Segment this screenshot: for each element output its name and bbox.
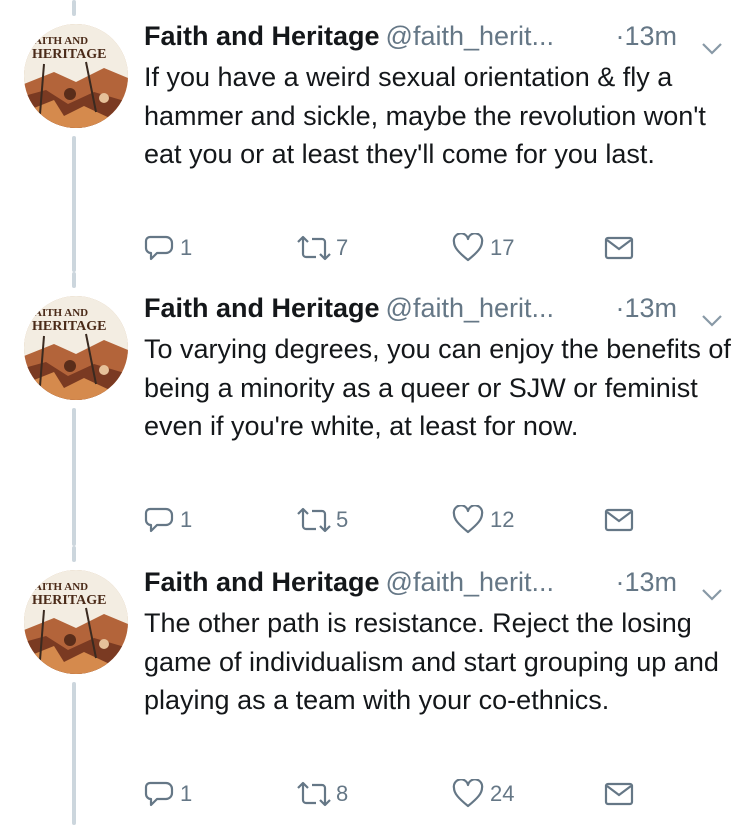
envelope-icon (604, 235, 634, 261)
heart-icon (452, 505, 484, 535)
tweet-thread: AITH AND HERITAGE Faith and Heritage @fai… (0, 0, 749, 825)
timestamp[interactable]: ·13m (615, 288, 677, 328)
reply-icon (144, 233, 174, 263)
like-count: 17 (490, 235, 515, 260)
author-handle[interactable]: @faith_herit... (386, 21, 555, 51)
like-count: 24 (490, 781, 515, 806)
heart-icon (452, 233, 484, 263)
avatar[interactable]: AITH AND HERITAGE (24, 570, 128, 674)
retweet-count: 7 (336, 235, 349, 260)
chevron-down-icon[interactable] (701, 28, 723, 55)
author-name[interactable]: Faith and Heritage (144, 293, 380, 323)
tweet-header: Faith and Heritage @faith_herit... ·13m (144, 288, 729, 328)
reply-icon (144, 505, 174, 535)
avatar-text-bottom: HERITAGE (32, 593, 106, 608)
like-button[interactable]: 12 (452, 500, 514, 540)
thread-connector-line (72, 272, 76, 288)
tweet-text: To varying degrees, you can enjoy the be… (144, 334, 731, 441)
direct-message-button[interactable] (604, 500, 634, 540)
tweet-header: Faith and Heritage @faith_herit... ·13m (144, 562, 729, 602)
tweet[interactable]: AITH AND HERITAGE Faith and Heritage @fai… (0, 272, 749, 546)
retweet-icon (294, 780, 334, 808)
retweet-icon (294, 234, 334, 262)
avatar-text-top: AITH AND (34, 581, 88, 593)
tweet-actions: 1 8 24 (144, 774, 664, 814)
thread-connector-line (72, 0, 76, 16)
retweet-button[interactable]: 7 (294, 228, 348, 268)
like-button[interactable]: 24 (452, 774, 514, 814)
thread-connector-line (72, 682, 76, 825)
reply-button[interactable]: 1 (144, 500, 192, 540)
tweet-actions: 1 7 17 (144, 228, 664, 268)
tweet-text: The other path is resistance. Reject the… (144, 608, 719, 715)
reply-count: 1 (180, 507, 193, 532)
thread-connector-line (72, 546, 76, 562)
tweet-text: If you have a weird sexual orientation &… (144, 62, 706, 169)
chevron-down-icon[interactable] (701, 574, 723, 601)
avatar[interactable]: AITH AND HERITAGE (24, 296, 128, 400)
reply-count: 1 (180, 781, 193, 806)
avatar-text-bottom: HERITAGE (32, 47, 106, 62)
envelope-icon (604, 507, 634, 533)
avatar-text-bottom: HERITAGE (32, 319, 106, 334)
thread-connector-line (72, 408, 76, 546)
retweet-count: 8 (336, 781, 349, 806)
chevron-down-icon[interactable] (701, 300, 723, 327)
reply-button[interactable]: 1 (144, 774, 192, 814)
direct-message-button[interactable] (604, 228, 634, 268)
direct-message-button[interactable] (604, 774, 634, 814)
tweet-header: Faith and Heritage @faith_herit... ·13m (144, 16, 729, 56)
thread-connector-line (72, 136, 76, 272)
reply-button[interactable]: 1 (144, 228, 192, 268)
tweet[interactable]: AITH AND HERITAGE Faith and Heritage @fai… (0, 0, 749, 272)
retweet-button[interactable]: 8 (294, 774, 348, 814)
like-count: 12 (490, 507, 515, 532)
like-button[interactable]: 17 (452, 228, 514, 268)
tweet-actions: 1 5 12 (144, 500, 664, 540)
author-handle[interactable]: @faith_herit... (386, 567, 555, 597)
author-name[interactable]: Faith and Heritage (144, 21, 380, 51)
envelope-icon (604, 781, 634, 807)
tweet[interactable]: AITH AND HERITAGE Faith and Heritage @fai… (0, 546, 749, 825)
author-name[interactable]: Faith and Heritage (144, 567, 380, 597)
heart-icon (452, 779, 484, 809)
avatar-text-top: AITH AND (34, 307, 88, 319)
retweet-icon (294, 506, 334, 534)
author-handle[interactable]: @faith_herit... (386, 293, 555, 323)
timestamp[interactable]: ·13m (615, 16, 677, 56)
reply-count: 1 (180, 235, 193, 260)
reply-icon (144, 779, 174, 809)
retweet-count: 5 (336, 507, 349, 532)
timestamp[interactable]: ·13m (615, 562, 677, 602)
avatar-text-top: AITH AND (34, 35, 88, 47)
avatar[interactable]: AITH AND HERITAGE (24, 24, 128, 128)
retweet-button[interactable]: 5 (294, 500, 348, 540)
